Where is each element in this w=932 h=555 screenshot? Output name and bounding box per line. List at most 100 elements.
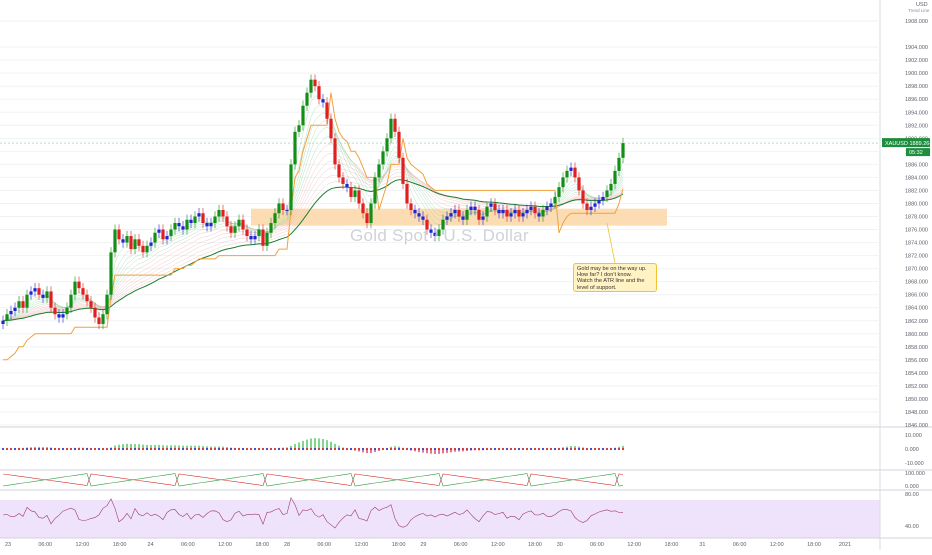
macd-dot-61 [246, 448, 248, 450]
y-tick-label-23: 1860.000 [905, 332, 928, 338]
macd-dot-106 [426, 448, 428, 450]
candle-body-29 [117, 230, 120, 240]
macd-dot-85 [342, 448, 344, 450]
macd-dot-133 [534, 448, 536, 450]
candle-body-9 [37, 288, 40, 295]
candle-body-151 [605, 190, 608, 197]
macd-dot-104 [418, 448, 420, 450]
macd-dot-132 [530, 448, 532, 450]
candle-body-46 [185, 220, 188, 230]
candle-body-23 [93, 308, 96, 318]
y-tick-label-29: 1848.000 [905, 410, 928, 416]
macd-dot-154 [618, 448, 620, 450]
candle-body-86 [345, 184, 348, 187]
candle-body-81 [325, 102, 328, 118]
macd-dot-111 [446, 448, 448, 450]
macd-dot-115 [462, 448, 464, 450]
candle-body-6 [25, 295, 28, 308]
candle-body-112 [449, 213, 452, 216]
macd-dot-98 [394, 448, 396, 450]
y-tick-label-25: 1856.000 [905, 358, 928, 364]
x-tick-label-20: 31 [699, 542, 705, 548]
macd-dot-7 [30, 448, 32, 450]
candle-body-3 [13, 308, 16, 311]
candle-body-128 [513, 210, 516, 213]
macd-dot-141 [566, 448, 568, 450]
macd-dot-135 [542, 448, 544, 450]
candle-body-68 [273, 213, 276, 223]
macd-dot-49 [198, 448, 200, 450]
x-tick-label-13: 06:00 [454, 542, 468, 548]
candle-body-95 [381, 151, 384, 164]
macd-dot-30 [122, 448, 124, 450]
candle-body-80 [321, 99, 324, 102]
y-tick-label-2: 1902.000 [905, 58, 928, 64]
candle-body-30 [121, 239, 124, 242]
candle-body-24 [97, 317, 100, 324]
y-tick-label-28: 1850.000 [905, 397, 928, 403]
macd-dot-53 [214, 448, 216, 450]
macd-dot-14 [58, 448, 60, 450]
candle-body-60 [241, 220, 244, 230]
macd-dot-4 [18, 448, 20, 450]
macd-dot-70 [282, 448, 284, 450]
macd-dot-60 [242, 448, 244, 450]
x-tick-label-14: 12:00 [491, 542, 505, 548]
macd-dot-31 [126, 448, 128, 450]
macd-dot-0 [2, 448, 4, 450]
x-tick-label-16: 30 [557, 542, 563, 548]
candle-body-153 [613, 171, 616, 184]
macd-dot-36 [146, 448, 148, 450]
candle-body-152 [609, 184, 612, 191]
candle-body-63 [253, 236, 256, 239]
y-tick-label-6: 1894.000 [905, 110, 928, 116]
y-tick-label-12: 1882.000 [905, 188, 928, 194]
macd-dot-63 [254, 448, 256, 450]
macd-dot-146 [586, 448, 588, 450]
candle-body-54 [217, 210, 220, 217]
price-chart[interactable]: 1908.0001904.0001902.0001900.0001898.000… [0, 0, 932, 550]
annotation-callout[interactable]: Gold may be on the way up. How far? I do… [573, 263, 657, 292]
candle-body-34 [137, 239, 140, 246]
candle-body-5 [21, 301, 24, 308]
candle-body-133 [533, 207, 536, 214]
candle-body-122 [489, 203, 492, 206]
candle-body-101 [405, 184, 408, 204]
x-tick-label-12: 29 [420, 542, 426, 548]
candle-body-150 [601, 197, 604, 200]
macd-dot-100 [402, 448, 404, 450]
candle-body-137 [549, 203, 552, 206]
macd-dot-144 [578, 448, 580, 450]
macd-dot-116 [466, 448, 468, 450]
candle-body-92 [369, 203, 372, 223]
candle-body-154 [617, 158, 620, 171]
macd-dot-82 [330, 448, 332, 450]
stoch-tick-1: 0.000 [905, 484, 919, 490]
candle-body-144 [577, 177, 580, 190]
macd-dot-2 [10, 448, 12, 450]
macd-dot-147 [590, 448, 592, 450]
x-tick-label-19: 18:00 [665, 542, 679, 548]
y-tick-label-0: 1908.000 [905, 19, 928, 25]
candle-body-33 [133, 239, 136, 249]
candle-body-127 [509, 213, 512, 216]
macd-dot-46 [186, 448, 188, 450]
macd-dot-128 [514, 448, 516, 450]
x-tick-label-22: 12:00 [770, 542, 784, 548]
macd-dot-11 [46, 448, 48, 450]
candle-body-102 [409, 203, 412, 210]
candle-body-31 [125, 236, 128, 243]
macd-dot-130 [522, 448, 524, 450]
macd-dot-140 [562, 448, 564, 450]
candle-body-117 [469, 207, 472, 210]
x-tick-label-9: 06:00 [317, 542, 331, 548]
macd-dot-44 [178, 448, 180, 450]
macd-tick-0: 10.000 [905, 433, 922, 439]
x-tick-label-1: 06:00 [38, 542, 52, 548]
candle-body-74 [297, 125, 300, 132]
macd-dot-131 [526, 448, 528, 450]
macd-dot-6 [26, 448, 28, 450]
candle-body-65 [261, 230, 264, 246]
macd-dot-139 [558, 448, 560, 450]
candle-body-140 [561, 177, 564, 187]
